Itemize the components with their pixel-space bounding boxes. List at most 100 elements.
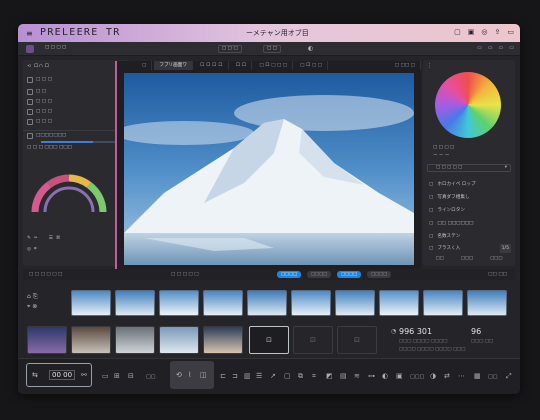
empty-slot[interactable]: ⊡ bbox=[337, 326, 377, 354]
align-center-icon[interactable]: ⊐ bbox=[232, 372, 238, 380]
select-icon[interactable]: ⌂ ⎘ bbox=[27, 292, 38, 302]
option-4[interactable]: ▢ □□ □□□□□□ bbox=[429, 219, 511, 228]
toolbar-icon-a[interactable]: ▭ bbox=[477, 45, 482, 51]
status-chip-2[interactable]: □□□□ bbox=[307, 271, 332, 278]
adjust-row-3[interactable]: □ □ □ bbox=[27, 98, 127, 106]
palette-icon[interactable]: ◐ bbox=[382, 372, 388, 380]
option-1[interactable]: ▢ ホロカイペ ロップ bbox=[429, 180, 511, 189]
tab-4[interactable]: □ ロ □ □ □ bbox=[254, 61, 294, 70]
view-icon[interactable]: ◎ bbox=[27, 246, 31, 254]
option-5[interactable]: ▢ 名数ステン bbox=[429, 232, 511, 241]
library-thumb[interactable] bbox=[27, 326, 67, 354]
wave-icon[interactable]: ≋ bbox=[354, 372, 360, 380]
tab-5[interactable]: □ ロ □ □ bbox=[295, 61, 329, 70]
filmstrip-thumb[interactable] bbox=[291, 290, 331, 316]
node-icon[interactable]: ⊶ bbox=[368, 372, 375, 380]
tab-options[interactable]: □ □□ □ bbox=[390, 61, 421, 70]
frame-border-icon[interactable]: ▢ bbox=[284, 372, 291, 380]
mask-icon[interactable]: ◫ bbox=[200, 371, 207, 379]
curve-icon[interactable]: ⌇ bbox=[188, 371, 191, 379]
pen-icon[interactable]: ✑ bbox=[34, 235, 38, 243]
filmstrip-thumb[interactable] bbox=[467, 290, 507, 316]
menu-item-1[interactable]: □ □ □ □ bbox=[42, 45, 69, 53]
expand-icon[interactable]: ⤢ bbox=[506, 372, 512, 381]
option-6[interactable]: ▢ ブラスく入 1/5 bbox=[429, 244, 511, 253]
mountain-photo[interactable] bbox=[124, 73, 414, 265]
footer-item-1[interactable]: □□ bbox=[436, 256, 444, 261]
more-icon[interactable]: ◐ bbox=[308, 45, 313, 52]
status-chip-4[interactable]: □□□□ bbox=[367, 271, 392, 278]
library-thumb[interactable] bbox=[71, 326, 111, 354]
transform-icon[interactable]: ⟲ bbox=[176, 371, 182, 379]
scan-icon[interactable]: ⌗ bbox=[312, 372, 316, 381]
box-icon[interactable]: ▣ bbox=[396, 372, 403, 380]
tab-2[interactable]: ロ ロ ロ ロ bbox=[195, 61, 229, 70]
move-icon[interactable]: ⌖ ⊗ bbox=[27, 302, 38, 312]
tone-curve-gauge[interactable] bbox=[29, 156, 109, 218]
tab-mode[interactable]: □ bbox=[137, 61, 153, 70]
option-2[interactable]: ▢ 写真ダフ相集し bbox=[429, 193, 511, 202]
filmstrip-thumb[interactable] bbox=[423, 290, 463, 316]
footer-item-2[interactable]: □□□ bbox=[461, 256, 473, 261]
prev-icon[interactable]: ⇆ bbox=[32, 371, 38, 379]
mode-toggle-button[interactable]: □ □ bbox=[263, 45, 281, 53]
columns-icon[interactable]: ▥ bbox=[244, 372, 251, 380]
panel-menu-icon[interactable]: ⋮ bbox=[427, 63, 432, 69]
adjust-row-4[interactable]: □ □ □ bbox=[27, 108, 127, 116]
add-slot[interactable]: ⊡ bbox=[249, 326, 289, 354]
toolbar-icon-c[interactable]: ▭ bbox=[499, 45, 504, 51]
histogram-icon[interactable]: ▤ bbox=[340, 372, 347, 380]
adjust-row-5[interactable]: □ □ □ bbox=[27, 118, 127, 126]
adjust-row-2[interactable]: □ □ bbox=[27, 88, 127, 96]
option-3[interactable]: ▢ ラインロタン bbox=[429, 206, 511, 215]
filmstrip-thumb[interactable] bbox=[247, 290, 287, 316]
stack-icon[interactable]: ⧉ bbox=[298, 372, 303, 381]
sliders-icon[interactable]: ☰ bbox=[256, 372, 262, 380]
ellipsis-icon[interactable]: ⋯ bbox=[458, 372, 465, 380]
tag-icon[interactable]: ⌘ bbox=[56, 235, 61, 243]
chart-icon[interactable]: ▦ bbox=[474, 372, 481, 380]
playback-control[interactable]: ⇆ 00 00 ⚯ bbox=[26, 363, 92, 387]
align-left-icon[interactable]: ⊏ bbox=[220, 372, 226, 380]
gradient-icon[interactable]: ◩ bbox=[326, 372, 333, 380]
status-chip-3[interactable]: □□□□ bbox=[337, 271, 362, 278]
arrow-icon[interactable]: ↗ bbox=[270, 372, 276, 380]
view-toggle-button[interactable]: □ □ □ bbox=[218, 45, 242, 53]
color-wheel[interactable] bbox=[435, 72, 501, 138]
split-icon[interactable]: ⊟ bbox=[128, 372, 134, 380]
filmstrip-thumb[interactable] bbox=[379, 290, 419, 316]
mirror-icon[interactable]: ⇄ bbox=[444, 372, 450, 380]
library-thumb[interactable] bbox=[159, 326, 199, 354]
library-thumb[interactable] bbox=[203, 326, 243, 354]
share-icon[interactable]: ⇪ bbox=[495, 28, 501, 36]
filmstrip-thumb[interactable] bbox=[115, 290, 155, 316]
frame-counter[interactable]: 00 00 bbox=[49, 370, 76, 380]
brush-icon[interactable]: ✎ bbox=[27, 235, 31, 243]
status-chip-1[interactable]: □□□□ bbox=[277, 271, 302, 278]
empty-slot[interactable]: ⊡ bbox=[293, 326, 333, 354]
table-icon[interactable]: ⊞ bbox=[114, 372, 120, 380]
adjust-row-1[interactable]: □ □ □ bbox=[27, 76, 127, 84]
filmstrip-thumb[interactable] bbox=[335, 290, 375, 316]
home-icon[interactable] bbox=[26, 45, 34, 53]
filmstrip-thumb[interactable] bbox=[203, 290, 243, 316]
list-icon[interactable]: ☰ bbox=[49, 235, 53, 243]
toolbar-icon-d[interactable]: ▭ bbox=[509, 45, 514, 51]
settings-icon[interactable]: ◎ bbox=[481, 28, 487, 36]
tab-photo[interactable]: フブリ画面ワ bbox=[154, 61, 193, 70]
active-tool-group[interactable]: ⟲ ⌇ ◫ bbox=[170, 361, 214, 389]
preset-dropdown[interactable]: □ □ □ □ □ ▾ bbox=[427, 164, 511, 172]
layers-icon[interactable]: ▣ bbox=[468, 28, 475, 36]
collapse-icon[interactable]: ⊲ bbox=[27, 63, 31, 71]
filmstrip-thumb[interactable] bbox=[71, 290, 111, 316]
window-icon[interactable]: ▭ bbox=[507, 28, 514, 36]
tab-3[interactable]: ロ ロ bbox=[231, 61, 253, 70]
library-thumb[interactable] bbox=[115, 326, 155, 354]
toolbar-icon-b[interactable]: ▭ bbox=[488, 45, 493, 51]
message-icon[interactable]: ▢ bbox=[454, 28, 461, 36]
crop-icon[interactable]: ⌗ bbox=[34, 246, 37, 254]
frame-icon[interactable]: ▭ bbox=[102, 372, 109, 380]
exposure-icon[interactable]: ◑ bbox=[430, 372, 436, 380]
footer-item-3[interactable]: □□□ bbox=[490, 256, 502, 261]
filmstrip-thumb[interactable] bbox=[159, 290, 199, 316]
